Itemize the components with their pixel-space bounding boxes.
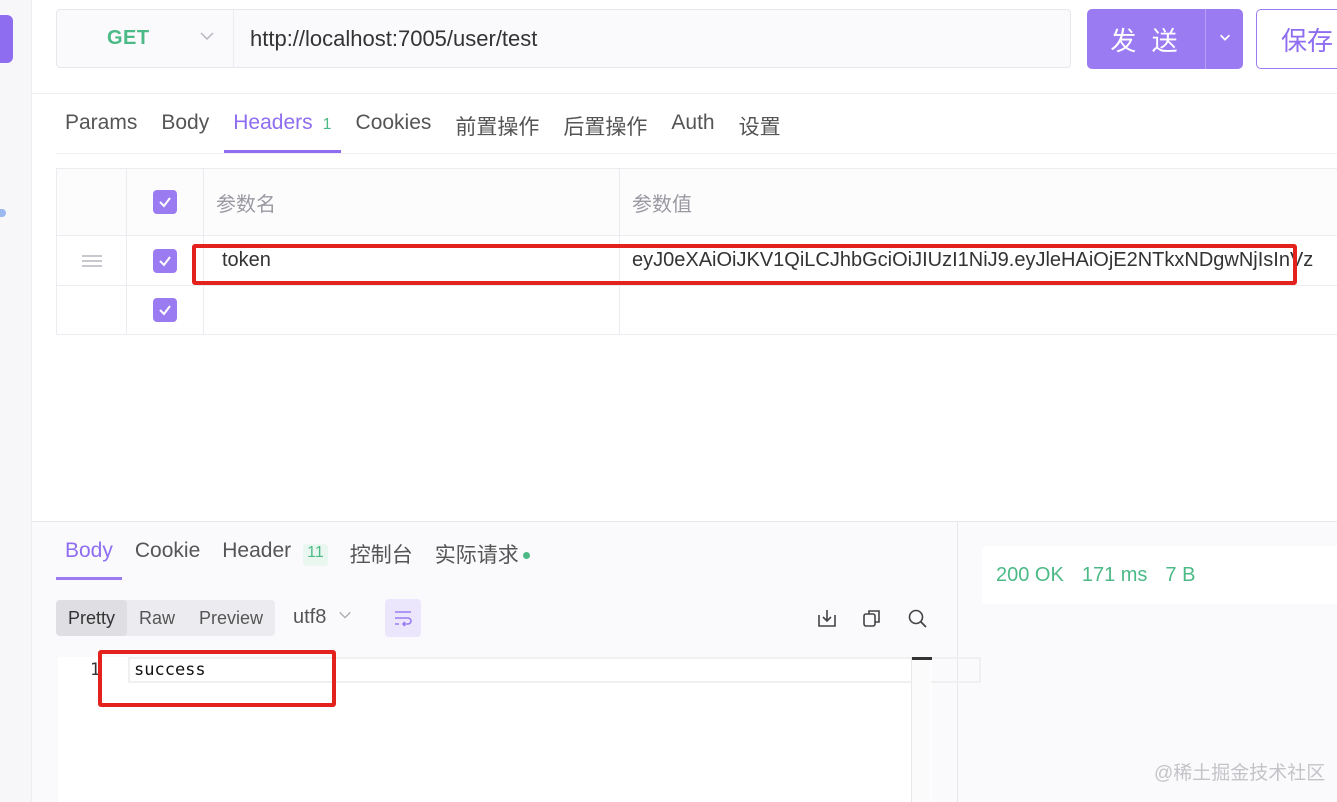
- wrap-lines-button[interactable]: [385, 599, 421, 637]
- row-checkbox[interactable]: [153, 248, 177, 273]
- tab-auth[interactable]: Auth: [662, 105, 723, 153]
- header-name-field[interactable]: [204, 286, 620, 334]
- tab-body[interactable]: Body: [152, 105, 218, 153]
- drag-column-header: [56, 169, 127, 235]
- select-all-checkbox[interactable]: [153, 190, 177, 214]
- wrap-lines-icon: [395, 611, 412, 627]
- tab-label: Cookie: [134, 539, 201, 562]
- chevron-down-icon: [1218, 30, 1232, 48]
- row-check-cell: [127, 286, 204, 334]
- tab-label: 设置: [738, 116, 781, 139]
- table-header-row: 参数名 参数值: [56, 169, 1337, 236]
- tab-label: 实际请求: [434, 544, 519, 567]
- tab-post-actions[interactable]: 后置操作: [554, 105, 656, 153]
- annotation-highlight-box: [192, 244, 1297, 285]
- tab-label: 前置操作: [455, 116, 540, 139]
- method-select[interactable]: GET: [57, 10, 234, 67]
- encoding-label: utf8: [293, 606, 327, 628]
- tab-label: Headers: [233, 111, 313, 134]
- response-tabs: Body Cookie Header 11 控制台 实际请求: [56, 536, 543, 580]
- tab-label: 控制台: [349, 544, 413, 567]
- format-preview[interactable]: Preview: [187, 600, 275, 636]
- tab-label: Body: [161, 111, 210, 134]
- send-button[interactable]: 发 送: [1087, 9, 1243, 69]
- select-all-cell: [127, 169, 204, 235]
- divider: [32, 93, 1337, 94]
- row-checkbox[interactable]: [153, 298, 177, 322]
- send-button-label[interactable]: 发 送: [1087, 9, 1205, 69]
- tab-response-body[interactable]: Body: [56, 536, 122, 580]
- response-header-count-badge: 11: [303, 544, 328, 566]
- copy-icon[interactable]: [861, 607, 885, 631]
- check-icon: [159, 255, 171, 267]
- watermark: @稀土掘金技术社区: [1154, 763, 1326, 784]
- request-bar: GET http://localhost:7005/user/test: [56, 9, 1071, 68]
- sidebar-indicator-dot: [0, 209, 6, 217]
- send-options-dropdown[interactable]: [1205, 9, 1243, 69]
- tab-cookies[interactable]: Cookies: [347, 105, 441, 153]
- drag-handle-icon[interactable]: [56, 236, 127, 285]
- tab-label: Params: [65, 111, 138, 134]
- url-input[interactable]: http://localhost:7005/user/test: [234, 10, 1070, 67]
- status-code: 200 OK: [996, 563, 1064, 586]
- tab-label: Cookies: [355, 111, 432, 134]
- response-time: 171 ms: [1081, 563, 1148, 586]
- method-label: GET: [107, 27, 150, 49]
- tab-headers[interactable]: Headers 1: [224, 105, 341, 153]
- download-icon[interactable]: [816, 607, 840, 631]
- scrollbar-thumb[interactable]: [912, 657, 932, 660]
- editor-scrollbar[interactable]: [911, 657, 932, 802]
- tab-pre-actions[interactable]: 前置操作: [446, 105, 548, 153]
- column-header-name: 参数名: [204, 169, 620, 235]
- headers-count-badge: 1: [322, 116, 332, 133]
- tab-settings[interactable]: 设置: [730, 105, 790, 153]
- tab-params[interactable]: Params: [56, 105, 146, 153]
- tab-response-header[interactable]: Header 11: [213, 536, 337, 580]
- format-selector: Pretty Raw Preview: [56, 600, 276, 636]
- left-sidebar-strip: [0, 0, 32, 802]
- search-icon[interactable]: [906, 607, 930, 631]
- response-status-bar: 200 OK 171 ms 7 B: [982, 546, 1337, 604]
- tab-actual-request[interactable]: 实际请求: [426, 536, 539, 580]
- annotation-highlight-box: [98, 650, 336, 707]
- tab-label: Body: [65, 539, 113, 562]
- sidebar-active-indicator: [0, 15, 13, 63]
- header-value-field[interactable]: [620, 286, 1337, 334]
- response-size: 7 B: [1165, 563, 1196, 586]
- column-header-value: 参数值: [632, 193, 692, 216]
- tab-response-cookie[interactable]: Cookie: [126, 536, 209, 580]
- divider: [56, 153, 1337, 154]
- tab-label: 后置操作: [563, 116, 648, 139]
- format-pretty[interactable]: Pretty: [56, 600, 128, 636]
- chevron-down-icon: [338, 608, 352, 627]
- check-icon: [159, 197, 171, 208]
- save-button[interactable]: 保存: [1256, 9, 1337, 69]
- encoding-select[interactable]: utf8: [293, 606, 352, 629]
- drag-cell: [56, 286, 127, 334]
- check-icon: [159, 305, 171, 316]
- format-raw[interactable]: Raw: [127, 600, 187, 636]
- tab-label: Header: [222, 539, 292, 562]
- status-dot: [522, 552, 530, 559]
- chevron-down-icon: [199, 28, 215, 49]
- table-row: [56, 286, 1337, 335]
- request-tabs: Params Body Headers 1 Cookies 前置操作 后置操作 …: [56, 105, 796, 153]
- tab-label: Auth: [671, 111, 715, 134]
- tab-console[interactable]: 控制台: [341, 536, 422, 580]
